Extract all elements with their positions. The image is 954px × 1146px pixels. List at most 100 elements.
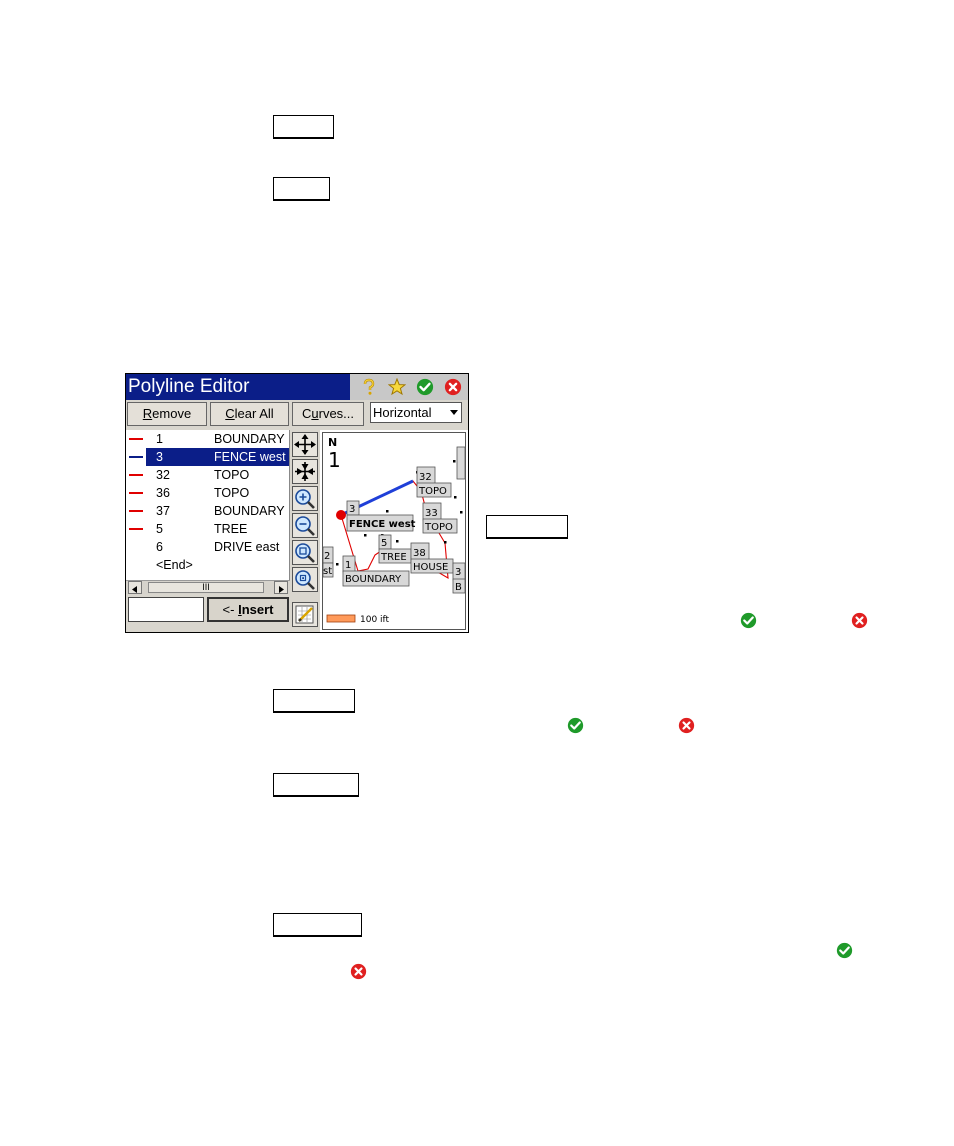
close-icon[interactable]: [444, 378, 462, 396]
edit-tool[interactable]: [292, 602, 318, 627]
clear-all-label: lear All: [234, 406, 274, 421]
doc-button-1: [273, 115, 334, 139]
list-item[interactable]: 6 DRIVE east: [126, 538, 289, 556]
list-item[interactable]: 32 TOPO: [126, 466, 289, 484]
list-item[interactable]: 36 TOPO: [126, 484, 289, 502]
zoom-out-tool[interactable]: [292, 513, 318, 538]
point-description: FENCE west: [214, 450, 286, 464]
remove-label: emove: [152, 406, 192, 421]
cancel-icon: [851, 612, 868, 629]
map-canvas[interactable]: N 1 32 TOPO 33 TOPO 3 FENCE west 5 TREE …: [323, 433, 465, 629]
curves-mnemonic: u: [311, 406, 319, 421]
doc-button-6: [273, 913, 362, 937]
point-label-1: 1: [345, 560, 351, 571]
ok-icon: [740, 612, 757, 629]
point-label-2: 2: [324, 551, 330, 562]
point-number: 1: [156, 432, 163, 446]
doc-button-5: [273, 773, 359, 797]
point-label-33: 33: [425, 508, 438, 519]
clear-all-mnemonic: C: [225, 406, 235, 421]
doc-button-2: [273, 177, 330, 201]
list-item[interactable]: 5 TREE: [126, 520, 289, 538]
point-label-topo-1: TOPO: [418, 486, 447, 497]
survey-point: [364, 534, 367, 537]
list-item[interactable]: 37 BOUNDARY: [126, 502, 289, 520]
point-number: 32: [156, 468, 170, 482]
zoom-in-icon: [295, 489, 315, 509]
pan-icon: [294, 434, 316, 455]
window-title: Polyline Editor: [128, 376, 250, 397]
curves-label: rves...: [318, 406, 355, 421]
view-mode-value: Horizontal: [373, 405, 432, 420]
ok-icon[interactable]: [416, 378, 434, 396]
point-label-b: B: [455, 582, 462, 593]
survey-point: [454, 496, 457, 499]
point-description: DRIVE east: [214, 540, 280, 554]
survey-point: [453, 460, 456, 463]
pan-tool[interactable]: [292, 432, 318, 457]
insert-button[interactable]: <- Insert: [207, 597, 289, 622]
list-item[interactable]: 1 BOUNDARY: [126, 430, 289, 448]
curves-pre: C: [301, 406, 312, 421]
view-mode-select[interactable]: Horizontal: [370, 402, 462, 423]
ok-icon: [836, 942, 853, 959]
cancel-icon: [350, 963, 367, 980]
point-input[interactable]: [128, 597, 204, 622]
label-box-edge: [456, 446, 465, 480]
point-label-topo-2: TOPO: [424, 522, 453, 533]
survey-point: [386, 510, 389, 513]
zoom-window-icon: [295, 543, 315, 563]
point-label-tree: TREE: [380, 552, 407, 563]
list-item-end[interactable]: <End>: [126, 556, 289, 574]
map-toolbar: [290, 430, 320, 632]
polyline-editor-window: Polyline Editor Remove Clear All Curves.…: [125, 373, 469, 633]
survey-point: [396, 540, 399, 543]
zoom-extents-tool[interactable]: [292, 459, 318, 484]
insert-label: nsert: [241, 602, 274, 617]
zoom-extents-icon: [295, 462, 315, 481]
star-icon[interactable]: [388, 378, 406, 396]
chevron-down-icon: [450, 410, 458, 415]
polyline-mark: [129, 474, 143, 476]
title-bar: Polyline Editor: [126, 374, 468, 400]
scroll-left-button[interactable]: [128, 581, 142, 594]
insert-arrow: <-: [222, 602, 239, 617]
zoom-previous-tool[interactable]: [292, 567, 318, 592]
point-number: 5: [156, 522, 163, 536]
point-description: TOPO: [214, 486, 250, 500]
zoom-window-tool[interactable]: [292, 540, 318, 565]
help-icon[interactable]: [360, 378, 378, 396]
remove-button[interactable]: Remove: [127, 402, 207, 426]
point-label-boundary: BOUNDARY: [345, 574, 402, 585]
curves-button[interactable]: Curves...: [292, 402, 364, 426]
point-description: TOPO: [214, 468, 250, 482]
clear-all-button[interactable]: Clear All: [210, 402, 289, 426]
zoom-out-icon: [295, 516, 315, 536]
survey-point: [444, 541, 447, 544]
polyline-mark: [129, 456, 143, 458]
point-label-house: HOUSE: [413, 562, 448, 573]
cancel-icon: [678, 717, 695, 734]
polyline-mark: [129, 528, 143, 530]
point-list[interactable]: 1 BOUNDARY 3 FENCE west 32 TOPO 36 TOPO …: [126, 430, 290, 580]
point-description: TREE: [214, 522, 248, 536]
list-item-selected[interactable]: 3 FENCE west: [126, 448, 289, 466]
scroll-thumb[interactable]: III: [148, 582, 264, 593]
selected-point-marker: [336, 510, 346, 520]
survey-point: [460, 511, 463, 514]
map-view[interactable]: N 1 32 TOPO 33 TOPO 3 FENCE west 5 TREE …: [322, 432, 466, 630]
doc-button-4: [273, 689, 355, 713]
toolbar: Remove Clear All Curves... Horizontal: [126, 400, 468, 430]
zoom-previous-icon: [295, 570, 315, 590]
scroll-right-button[interactable]: [274, 581, 288, 594]
bottom-bar: <- Insert: [126, 594, 290, 632]
polyline-mark: [129, 492, 143, 494]
remove-mnemonic: R: [142, 406, 153, 421]
horizontal-scrollbar[interactable]: III: [126, 580, 290, 594]
end-marker: <End>: [156, 558, 193, 572]
point-description: BOUNDARY: [214, 432, 285, 446]
point-number: 36: [156, 486, 170, 500]
doc-button-3: [486, 515, 568, 539]
point-label-38: 38: [413, 548, 426, 559]
zoom-in-tool[interactable]: [292, 486, 318, 511]
